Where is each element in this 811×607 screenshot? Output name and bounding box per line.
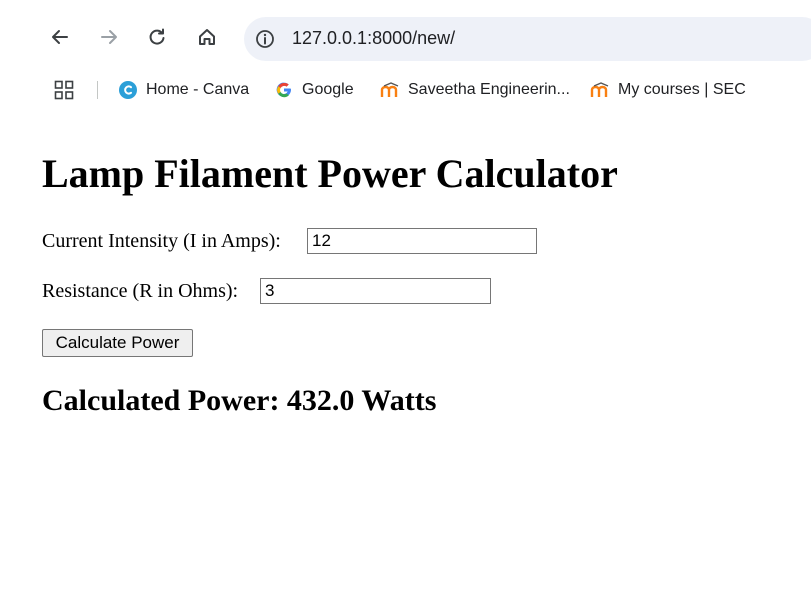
site-info-button[interactable]	[254, 28, 276, 50]
bookmark-canva[interactable]: Home - Canva	[118, 78, 249, 102]
apps-grid-icon[interactable]	[54, 80, 74, 100]
back-button[interactable]	[45, 22, 75, 52]
google-icon	[274, 80, 294, 100]
bookmark-my-courses[interactable]: My courses | SEC	[590, 78, 746, 102]
calculate-power-button[interactable]: Calculate Power	[42, 329, 193, 357]
arrow-right-icon	[101, 30, 117, 44]
bookmark-label: Saveetha Engineerin...	[408, 81, 570, 98]
reload-icon	[149, 28, 165, 45]
bookmark-label: My courses | SEC	[618, 81, 746, 98]
page-content: Lamp Filament Power Calculator Current I…	[0, 108, 811, 607]
info-icon	[256, 30, 274, 48]
bookmarks-divider	[97, 81, 98, 99]
bookmark-label: Google	[302, 81, 354, 98]
home-button[interactable]	[192, 22, 222, 52]
page-title: Lamp Filament Power Calculator	[42, 151, 618, 196]
bookmarks-bar: Home - Canva Google Saveetha Engineerin.…	[0, 72, 811, 108]
url-text[interactable]: 127.0.0.1:8000/new/	[292, 28, 455, 49]
bookmark-label: Home - Canva	[146, 81, 250, 98]
moodle-icon	[590, 80, 610, 100]
canva-icon	[118, 80, 138, 100]
current-input[interactable]	[307, 228, 537, 254]
bookmark-google[interactable]: Google	[274, 78, 354, 102]
address-bar[interactable]: 127.0.0.1:8000/new/	[244, 17, 811, 61]
bookmark-saveetha[interactable]: Saveetha Engineerin...	[380, 78, 570, 102]
browser-toolbar: 127.0.0.1:8000/new/	[0, 0, 811, 72]
resistance-label: Resistance (R in Ohms):	[42, 280, 239, 302]
result-text: Calculated Power: 432.0 Watts	[42, 384, 437, 417]
moodle-icon	[380, 80, 400, 100]
current-label: Current Intensity (I in Amps):	[42, 230, 281, 252]
resistance-input[interactable]	[260, 278, 491, 304]
forward-button[interactable]	[94, 22, 124, 52]
reload-button[interactable]	[142, 22, 172, 52]
home-icon	[199, 29, 215, 45]
arrow-left-icon	[52, 30, 68, 44]
